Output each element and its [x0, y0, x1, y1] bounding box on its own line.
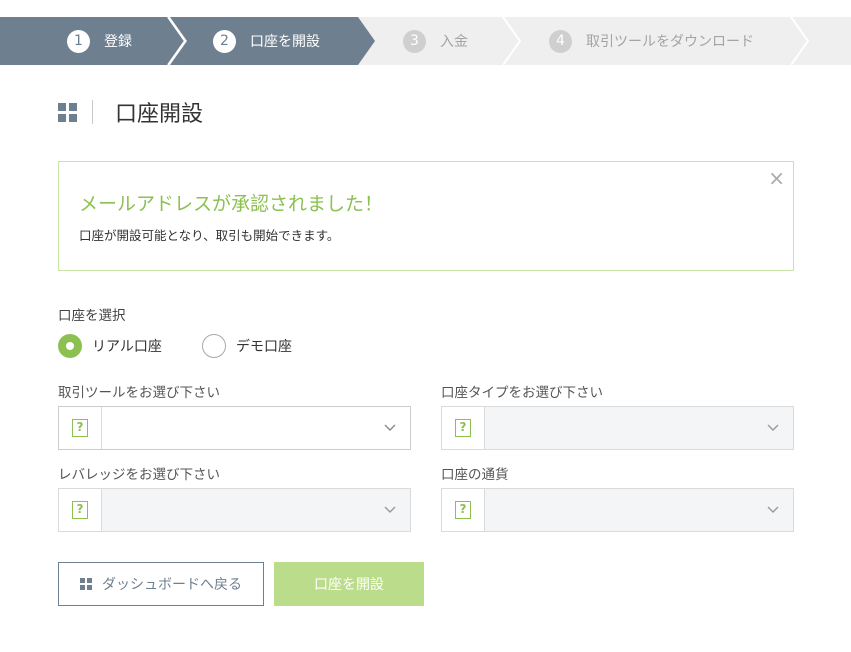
chevron-down-icon — [370, 407, 410, 449]
alert-body: 口座が開設可能となり、取引も開始できます。 — [79, 228, 340, 243]
step-download-platform: 4 取引ツールをダウンロード — [549, 17, 754, 65]
help-icon: ? — [455, 419, 471, 437]
alert-headline: メールアドレスが承認されました！ — [79, 193, 384, 215]
platform-label: 取引ツールをお選び下さい — [58, 385, 220, 401]
radio-label: デモ口座 — [236, 339, 292, 355]
open-account-button[interactable]: 口座を開設 — [274, 562, 424, 606]
open-button-label: 口座を開設 — [314, 577, 384, 593]
page-header: 口座開設 — [58, 98, 204, 127]
step-number: 1 — [67, 29, 90, 53]
step-label: 口座を開設 — [250, 34, 320, 50]
chevron-down-icon — [753, 407, 793, 449]
back-to-dashboard-button[interactable]: ダッシュボードへ戻る — [58, 562, 264, 606]
currency-select[interactable]: ? — [441, 488, 794, 532]
step-number: 2 — [213, 29, 236, 53]
account-type-label: 口座タイプをお選び下さい — [441, 385, 603, 401]
step-label: 登録 — [104, 34, 132, 50]
help-icon: ? — [72, 501, 88, 519]
chevron-down-icon — [753, 489, 793, 531]
select-value — [102, 407, 370, 449]
help-icon: ? — [455, 501, 471, 519]
help-button[interactable]: ? — [442, 407, 485, 449]
radio-unchecked-icon — [202, 334, 226, 358]
leverage-select[interactable]: ? — [58, 488, 411, 532]
select-value — [485, 489, 753, 531]
step-number: 4 — [549, 29, 572, 53]
account-type-select[interactable]: ? — [441, 406, 794, 450]
select-value — [102, 489, 370, 531]
step-number: 3 — [403, 29, 426, 53]
radio-real-account[interactable]: リアル口座 — [58, 334, 162, 358]
title-divider — [92, 100, 93, 124]
step-register: 1 登録 — [67, 17, 132, 65]
currency-label: 口座の通貨 — [441, 467, 509, 483]
step-open-account: 2 口座を開設 — [213, 17, 320, 65]
grid-icon — [58, 102, 77, 122]
back-button-label: ダッシュボードへ戻る — [102, 577, 242, 593]
leverage-label: レバレッジをお選び下さい — [58, 467, 220, 483]
radio-demo-account[interactable]: デモ口座 — [202, 334, 292, 358]
grid-icon — [80, 578, 92, 590]
step-label: 入金 — [440, 34, 468, 50]
help-button[interactable]: ? — [442, 489, 485, 531]
success-alert: × メールアドレスが承認されました！ 口座が開設可能となり、取引も開始できます。 — [58, 161, 794, 271]
platform-select[interactable]: ? — [58, 406, 411, 450]
page-title: 口座開設 — [115, 102, 204, 127]
step-deposit: 3 入金 — [403, 17, 468, 65]
radio-label: リアル口座 — [92, 339, 162, 355]
help-button[interactable]: ? — [59, 489, 102, 531]
select-value — [485, 407, 753, 449]
close-icon[interactable]: × — [768, 168, 785, 188]
step-label: 取引ツールをダウンロード — [586, 34, 754, 50]
radio-checked-icon — [58, 334, 82, 358]
help-button[interactable]: ? — [59, 407, 102, 449]
progress-stepper: 1 登録 2 口座を開設 3 入金 4 取引ツールをダウンロード — [0, 17, 851, 65]
help-icon: ? — [72, 419, 88, 437]
chevron-down-icon — [370, 489, 410, 531]
account-select-label: 口座を選択 — [58, 308, 126, 324]
